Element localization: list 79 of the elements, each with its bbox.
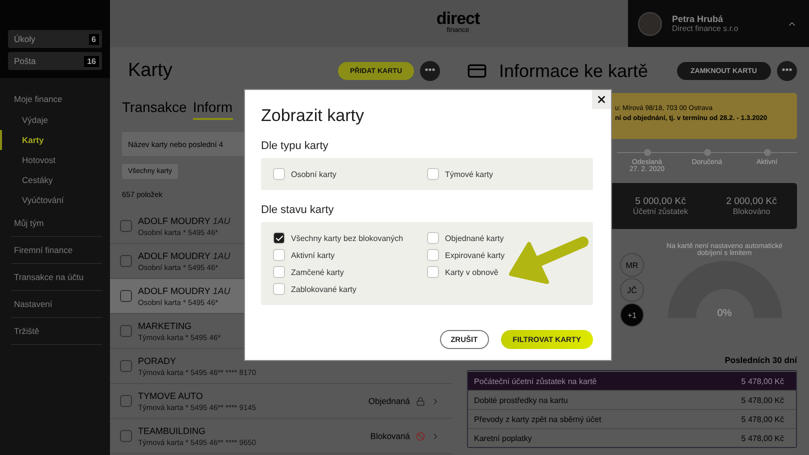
avatar <box>638 12 662 36</box>
summary-label: Počáteční účetní zůstatek na kartě <box>474 376 597 386</box>
more-button[interactable]: ••• <box>777 61 797 81</box>
card-name: TEAMBUILDING <box>138 426 206 436</box>
card-name: MARKETING <box>138 320 192 330</box>
sidebar-subitem[interactable]: Cestáky <box>0 170 102 190</box>
sidebar-subitem[interactable]: Výdaje <box>0 110 102 130</box>
balance-amount: 2 000,00 Kč <box>726 196 777 207</box>
user-panel[interactable]: Petra Hrubá Direct finance s.r.o <box>628 0 809 47</box>
checkbox[interactable] <box>120 325 132 337</box>
tab[interactable]: Transakce <box>122 99 187 120</box>
card-name: TYMOVE AUTO <box>138 390 203 400</box>
page-title: Karty <box>127 60 174 82</box>
summary-amount: 5 478,00 Kč <box>741 414 784 424</box>
sidebar-item[interactable]: Můj tým <box>10 210 102 237</box>
summary-label: Převody z karty zpět na sběrný účet <box>474 414 602 424</box>
tab[interactable]: Inform <box>192 99 233 120</box>
option-label: Aktivní karty <box>291 250 335 260</box>
sidebar-subitem[interactable]: Vyúčtování <box>0 190 102 210</box>
lock-icon <box>416 396 425 406</box>
summary-amount: 5 478,00 Kč <box>741 376 784 386</box>
count-badge: 16 <box>84 56 99 66</box>
period-label: Posledních 30 dní <box>724 355 797 365</box>
detail-title: Informace ke kartě <box>499 60 650 82</box>
sidebar-subitem[interactable]: Hotovost <box>0 150 102 170</box>
checkbox[interactable] <box>120 395 132 407</box>
card-status: Blokovaná <box>370 431 410 441</box>
count-badge: 6 <box>88 34 99 44</box>
sidebar-item[interactable]: Nastavení <box>10 291 102 318</box>
sidebar-counter[interactable]: Úkoly 6 <box>8 30 102 48</box>
card-status: Objednaná <box>368 396 410 406</box>
option-label: Všechny karty bez blokovaných <box>291 234 404 242</box>
sidebar-item[interactable]: Firemní finance <box>10 237 102 264</box>
option-label: Expirované karty <box>445 250 505 260</box>
option-label: Týmové karty <box>445 170 494 178</box>
checkbox[interactable] <box>120 360 132 372</box>
balance-amount: 5 000,00 Kč <box>635 196 686 207</box>
checkbox[interactable] <box>120 220 132 232</box>
user-name: Petra Hrubá <box>672 14 724 24</box>
close-icon <box>596 94 607 105</box>
sidebar-subitem[interactable]: Karty <box>0 130 102 150</box>
sidebar-item[interactable]: Transakce na účtu <box>10 264 102 291</box>
option-label: Zablokované karty <box>291 284 356 294</box>
chevron-right-icon <box>431 432 440 440</box>
user-initials[interactable]: MR <box>620 253 644 277</box>
checkbox[interactable] <box>120 255 132 267</box>
summary-amount: 5 478,00 Kč <box>741 434 784 442</box>
counter-label: Pošta <box>14 56 36 66</box>
chevron-right-icon <box>431 396 440 406</box>
checkbox[interactable] <box>120 290 132 302</box>
card-name: ADOLF MOUDRY 1AU <box>138 216 230 226</box>
option-label: Karty v obnově <box>445 268 498 276</box>
checkbox[interactable] <box>120 430 132 442</box>
card-name: ADOLF MOUDRY 1AU <box>138 286 230 296</box>
gauge-reading: 0% <box>716 308 733 319</box>
more-button[interactable]: ••• <box>420 61 440 81</box>
summary-amount: 5 478,00 Kč <box>741 396 784 404</box>
option-label: Zamčené karty <box>291 268 344 276</box>
balance-label: Účetní zůstatek <box>632 207 688 216</box>
sidebar-item[interactable]: Moje finance <box>0 88 102 110</box>
option-label: Objednané karty <box>445 234 504 242</box>
logo-word: direct <box>436 10 480 27</box>
user-company: Direct finance s.r.o <box>672 24 738 33</box>
card-name: ADOLF MOUDRY 1AU <box>138 250 230 260</box>
section-title: Dle stavu karty <box>261 204 334 216</box>
dialog-title: Zobrazit karty <box>261 106 365 126</box>
counter-label: Úkoly <box>14 34 36 44</box>
user-initials[interactable]: JČ <box>620 278 644 302</box>
card-name: PORADY <box>138 356 176 366</box>
section-title: Dle typu karty <box>261 140 328 152</box>
user-initials[interactable]: +1 <box>620 303 644 327</box>
balance-label: Blokováno <box>732 207 770 216</box>
no-entry-icon <box>416 432 425 440</box>
close-button[interactable] <box>592 90 611 109</box>
option-label: Osobní karty <box>291 170 336 178</box>
summary-label: Karetní poplatky <box>474 434 532 442</box>
sidebar-counter[interactable]: Pošta 16 <box>8 52 102 70</box>
sidebar-item[interactable]: Tržiště <box>10 318 102 345</box>
summary-label: Dobité prostředky na kartu <box>474 396 568 404</box>
